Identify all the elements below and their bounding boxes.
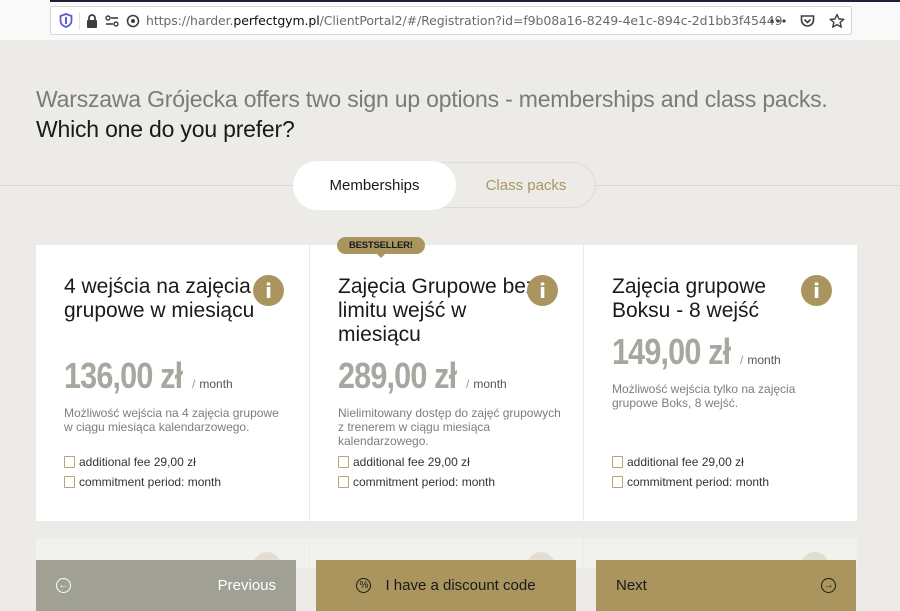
address-bar[interactable]: https://harder.perfectgym.pl/ClientPorta… (50, 6, 852, 35)
price-row: 136,00 zł / month (64, 355, 233, 397)
period-label: month (199, 377, 233, 391)
discount-code-button[interactable]: % I have a discount code (316, 560, 576, 611)
more-icon[interactable] (770, 7, 786, 34)
slash: / (740, 353, 744, 367)
card-price: 289,00 zł (338, 355, 457, 396)
commitment-text: commitment period: month (627, 475, 770, 489)
previous-label: Previous (217, 577, 276, 594)
arrow-right-circle-icon: → (821, 578, 836, 593)
card-description: Nielimitowany dostęp do zajęć grupowych … (338, 406, 561, 448)
additional-fee: additional fee 29,00 zł (338, 455, 470, 469)
discount-label: I have a discount code (385, 577, 536, 594)
card-price: 136,00 zł (64, 355, 183, 396)
membership-cards: 4 wejścia na zajęcia grupowe w miesiącu … (36, 237, 857, 611)
fee-icon (612, 456, 623, 468)
commitment-text: commitment period: month (353, 475, 496, 489)
price-period: / month (466, 377, 507, 391)
tab-class-packs[interactable]: Class packs (456, 162, 596, 208)
price-row: 149,00 zł / month (612, 331, 781, 373)
period-label: month (473, 377, 507, 391)
shield-icon[interactable] (59, 7, 73, 34)
arrow-left-circle-icon: ← (56, 578, 71, 593)
previous-button[interactable]: ← Previous (36, 560, 296, 611)
fee-icon (64, 456, 75, 468)
additional-fee: additional fee 29,00 zł (612, 455, 744, 469)
commitment-period: commitment period: month (612, 475, 769, 489)
tab-memberships[interactable]: Memberships (293, 161, 456, 210)
card-description: Możliwość wejścia na 4 zajęcia grupowe w… (64, 406, 279, 434)
card-description: Możliwość wejścia tylko na zajęcia grupo… (612, 382, 796, 410)
url-path: /ClientPortal2/#/Registration?id=f9b08a1… (319, 13, 783, 28)
headline-subtitle: Warszawa Grójecka offers two sign up opt… (36, 86, 828, 112)
period-label: month (747, 353, 781, 367)
price-period: / month (740, 353, 781, 367)
card-title: 4 wejścia na zajęcia grupowe w miesiącu (64, 275, 255, 322)
additional-fee: additional fee 29,00 zł (64, 455, 196, 469)
divider (79, 11, 80, 30)
browser-toolbar: https://harder.perfectgym.pl/ClientPorta… (0, 0, 900, 40)
price-row: 289,00 zł / month (338, 355, 507, 397)
fee-icon (338, 456, 349, 468)
tracking-icon[interactable] (126, 7, 140, 34)
fee-text: additional fee 29,00 zł (353, 455, 470, 469)
tab-strip-edge (50, 0, 900, 2)
info-icon[interactable]: i (801, 275, 832, 306)
price-period: / month (192, 377, 233, 391)
info-icon[interactable]: i (527, 275, 558, 306)
commitment-period: commitment period: month (64, 475, 221, 489)
next-button[interactable]: Next → (596, 560, 856, 611)
commitment-period: commitment period: month (338, 475, 495, 489)
calendar-icon (612, 476, 623, 488)
membership-card[interactable]: Zajęcia grupowe Boksu - 8 wejść i 149,00… (584, 245, 857, 521)
permissions-icon[interactable] (105, 7, 119, 34)
membership-card[interactable]: Zajęcia Grupowe bez limitu wejść w miesi… (310, 245, 583, 521)
pocket-icon[interactable] (800, 7, 815, 34)
fee-text: additional fee 29,00 zł (79, 455, 196, 469)
page-headline: Warszawa Grójecka offers two sign up opt… (36, 84, 828, 144)
url-domain: perfectgym.pl (233, 13, 320, 28)
slash: / (192, 377, 196, 391)
url-text[interactable]: https://harder.perfectgym.pl/ClientPorta… (146, 13, 783, 28)
fee-text: additional fee 29,00 zł (627, 455, 744, 469)
bookmark-star-icon[interactable] (829, 7, 845, 34)
slash: / (466, 377, 470, 391)
calendar-icon (338, 476, 349, 488)
headline-question: Which one do you prefer? (36, 116, 295, 142)
url-prefix: https://harder. (146, 13, 234, 28)
discount-percent-icon: % (356, 578, 372, 593)
card-title: Zajęcia Grupowe bez limitu wejść w miesi… (338, 275, 537, 346)
card-title: Zajęcia grupowe Boksu - 8 wejść (612, 275, 767, 322)
commitment-text: commitment period: month (79, 475, 222, 489)
info-icon[interactable]: i (253, 275, 284, 306)
card-price: 149,00 zł (612, 331, 731, 372)
next-label: Next (616, 577, 647, 594)
calendar-icon (64, 476, 75, 488)
lock-icon[interactable] (86, 7, 98, 34)
bestseller-badge: BESTSELLER! (337, 237, 425, 258)
membership-card[interactable]: 4 wejścia na zajęcia grupowe w miesiącu … (36, 245, 309, 521)
